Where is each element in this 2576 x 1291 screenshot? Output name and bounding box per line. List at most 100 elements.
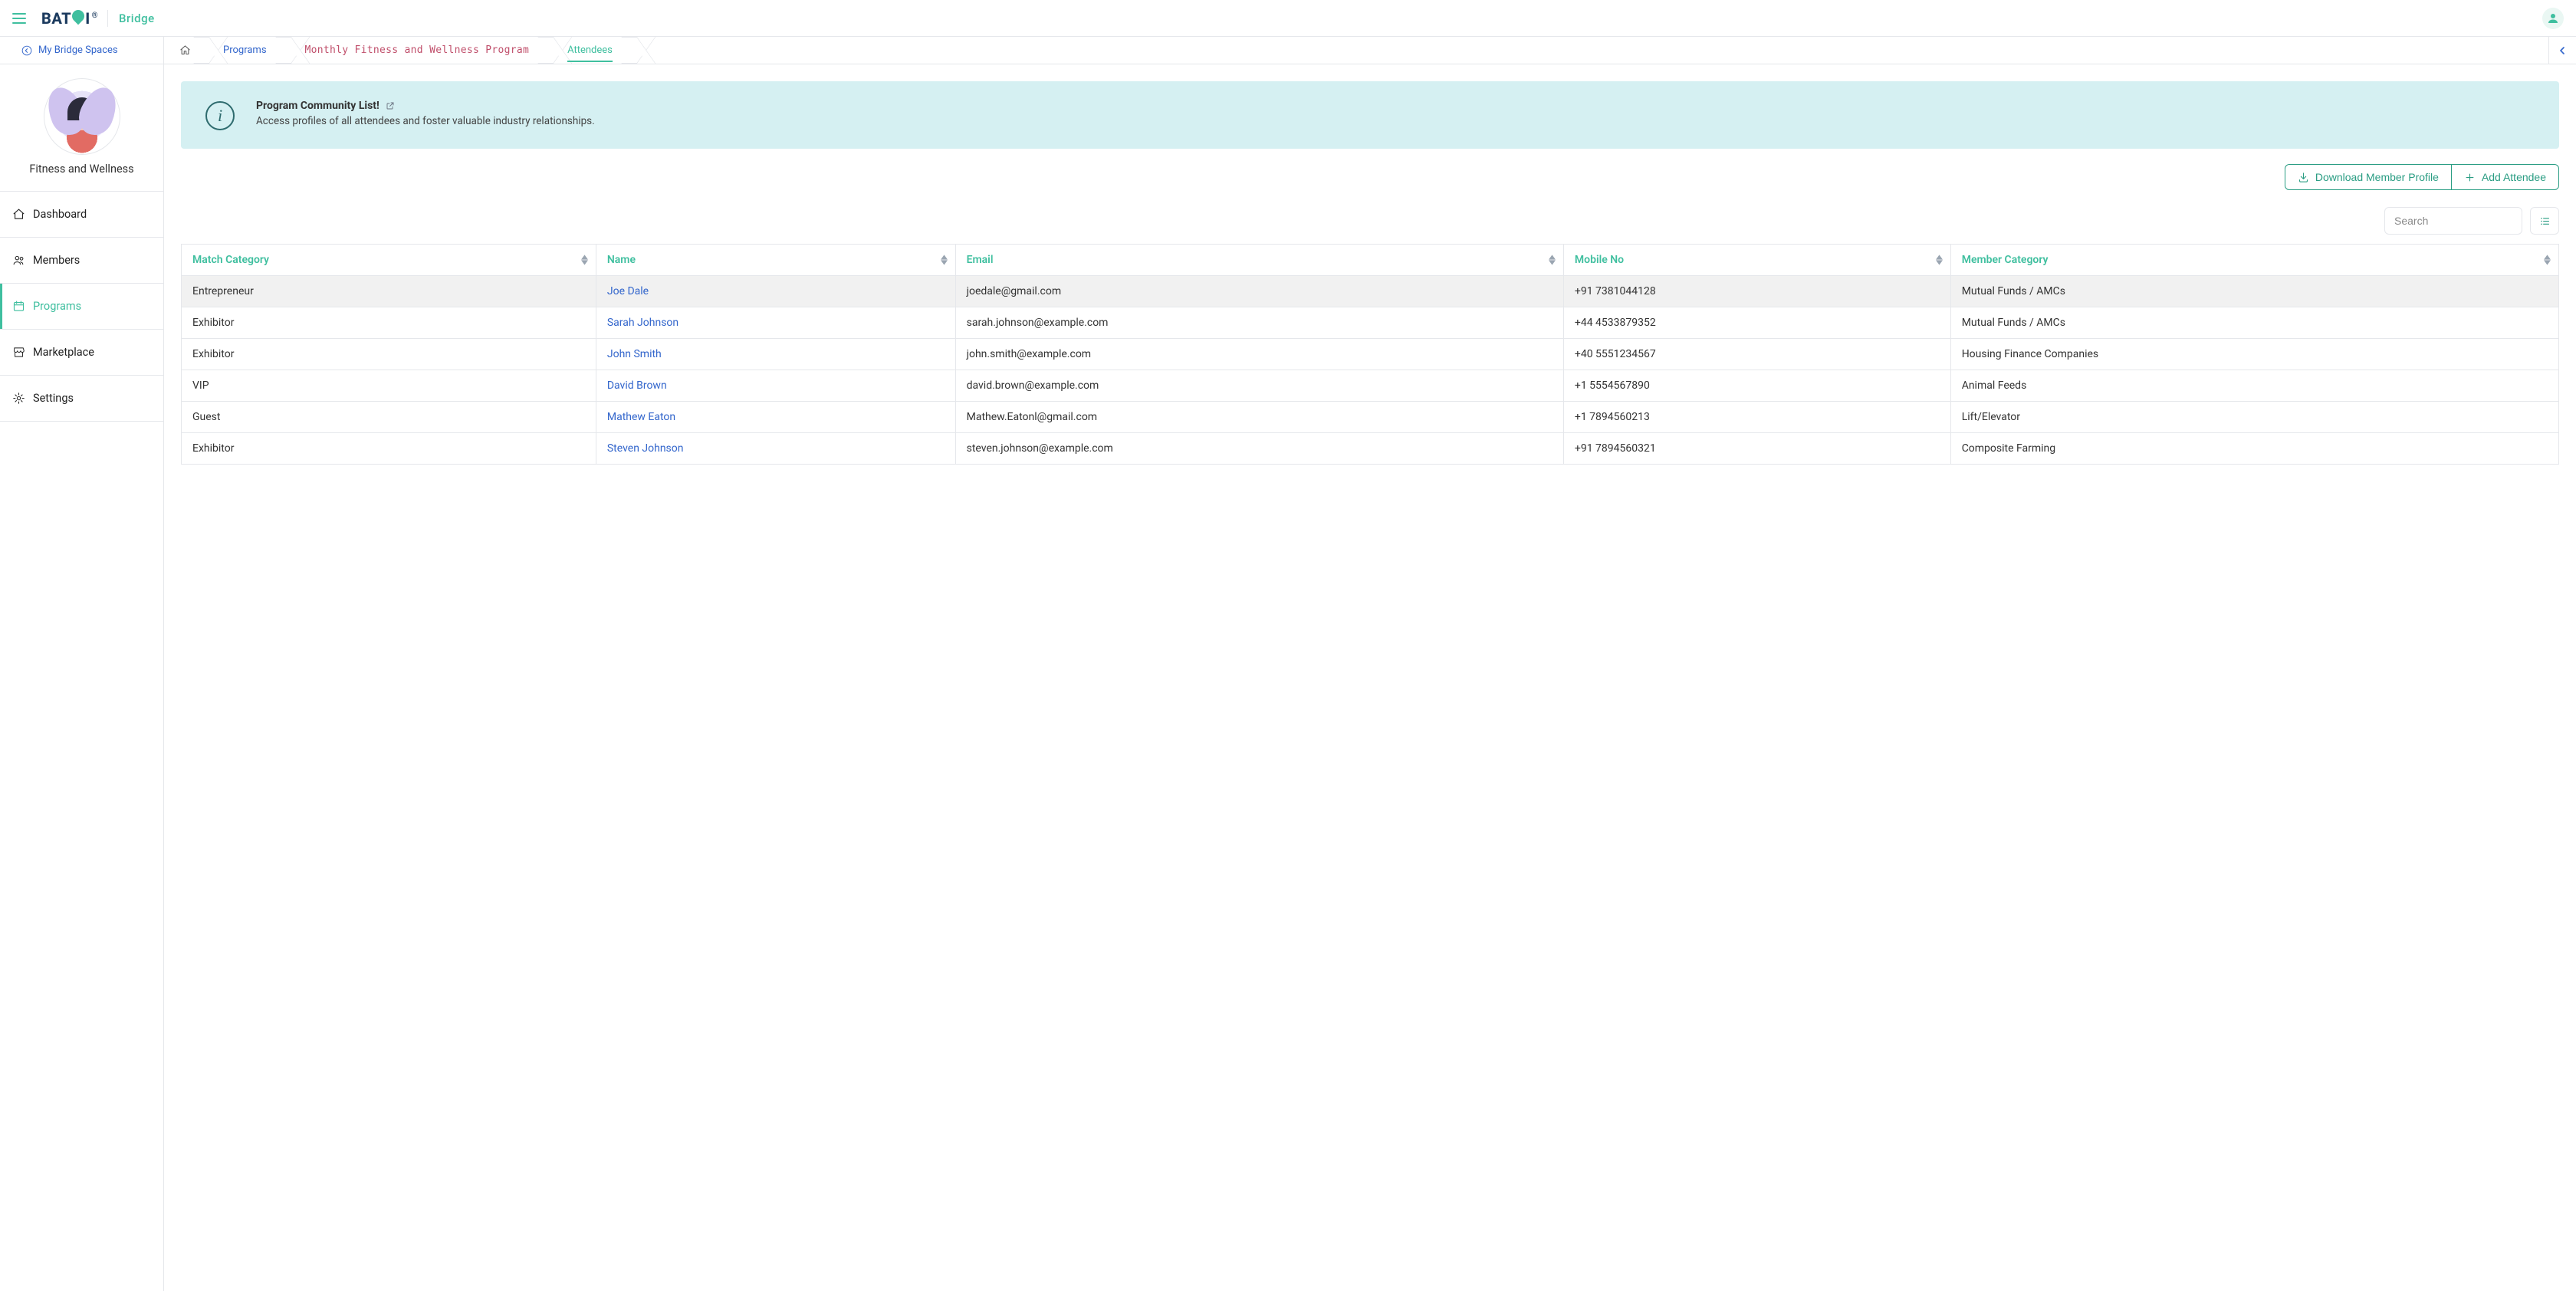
- column-header-match-category[interactable]: Match Category: [182, 245, 596, 276]
- top-bar: BATI® Bridge: [0, 0, 2576, 37]
- cell-name: Joe Dale: [596, 276, 955, 307]
- search-row: [181, 207, 2559, 235]
- menu-toggle-icon[interactable]: [12, 13, 26, 24]
- search-input[interactable]: [2384, 207, 2522, 235]
- attendee-name-link[interactable]: Sarah Johnson: [607, 317, 678, 329]
- info-icon: i: [205, 101, 235, 130]
- column-header-name[interactable]: Name: [596, 245, 955, 276]
- gear-icon: [12, 392, 25, 405]
- space-title: Fitness and Wellness: [8, 163, 156, 176]
- store-icon: [12, 346, 25, 359]
- cell-email: david.brown@example.com: [955, 370, 1563, 402]
- cell-email: sarah.johnson@example.com: [955, 307, 1563, 339]
- column-header-mobile[interactable]: Mobile No: [1563, 245, 1950, 276]
- cell-match-category: VIP: [182, 370, 596, 402]
- column-header-label: Mobile No: [1575, 254, 1624, 266]
- product-name[interactable]: Bridge: [119, 11, 155, 25]
- attendee-name-link[interactable]: Joe Dale: [607, 285, 649, 297]
- chevron-left-icon: [2559, 47, 2567, 54]
- table-row[interactable]: GuestMathew EatonMathew.Eatonl@gmail.com…: [182, 402, 2559, 433]
- users-icon: [12, 254, 25, 267]
- sidebar-item-label: Dashboard: [33, 208, 87, 221]
- sidebar-item-label: Settings: [33, 392, 74, 405]
- cell-match-category: Exhibitor: [182, 339, 596, 370]
- cell-member-category: Animal Feeds: [1950, 370, 2558, 402]
- download-member-profile-button[interactable]: Download Member Profile: [2285, 164, 2452, 190]
- cell-email: joedale@gmail.com: [955, 276, 1563, 307]
- sidebar-nav: Dashboard Members Programs Marketplace S…: [0, 192, 163, 422]
- download-button-label: Download Member Profile: [2315, 171, 2439, 183]
- user-avatar[interactable]: [2542, 8, 2564, 29]
- arrow-left-circle-icon: [21, 45, 32, 56]
- sort-icon[interactable]: [1936, 255, 1943, 265]
- column-header-label: Email: [967, 254, 994, 266]
- breadcrumb-home[interactable]: [164, 37, 202, 64]
- breadcrumb-programs[interactable]: Programs: [202, 37, 284, 64]
- cell-mobile: +91 7894560321: [1563, 433, 1950, 465]
- breadcrumb: Programs Monthly Fitness and Wellness Pr…: [164, 37, 2548, 64]
- attendee-name-link[interactable]: Steven Johnson: [607, 442, 684, 455]
- space-header: Fitness and Wellness: [0, 64, 163, 192]
- my-spaces-link[interactable]: My Bridge Spaces: [0, 37, 164, 64]
- cell-member-category: Mutual Funds / AMCs: [1950, 307, 2558, 339]
- add-attendee-button[interactable]: Add Attendee: [2451, 164, 2559, 190]
- add-button-label: Add Attendee: [2482, 171, 2546, 183]
- breadcrumb-attendees[interactable]: Attendees: [546, 37, 629, 64]
- calendar-icon: [12, 300, 25, 313]
- table-row[interactable]: Exhibitor Sarah Johnson sarah.johnson@exam…: [182, 307, 2559, 339]
- cell-match-category: Exhibitor: [182, 307, 596, 339]
- sidebar-item-settings[interactable]: Settings: [0, 376, 163, 422]
- app-logo[interactable]: BATI® Bridge: [41, 9, 155, 28]
- action-toolbar: Download Member Profile Add Attendee: [181, 164, 2559, 190]
- sidebar-item-dashboard[interactable]: Dashboard: [0, 192, 163, 238]
- breadcrumb-program-name[interactable]: Monthly Fitness and Wellness Program: [284, 37, 547, 64]
- plus-icon: [2464, 172, 2476, 183]
- breadcrumb-collapse-button[interactable]: [2548, 37, 2576, 64]
- attendee-name-link[interactable]: David Brown: [607, 379, 667, 392]
- table-row[interactable]: EntrepreneurJoe Dalejoedale@gmail.com+91…: [182, 276, 2559, 307]
- cell-member-category: Lift/Elevator: [1950, 402, 2558, 433]
- info-banner: i Program Community List! Access profile…: [181, 81, 2559, 149]
- info-banner-title-row: Program Community List!: [256, 100, 595, 112]
- sidebar-item-marketplace[interactable]: Marketplace: [0, 330, 163, 376]
- info-banner-body: Access profiles of all attendees and fos…: [256, 115, 595, 127]
- column-header-label: Match Category: [192, 254, 269, 266]
- cell-name: Mathew Eaton: [596, 402, 955, 433]
- breadcrumb-attendees-label: Attendees: [567, 44, 613, 62]
- sort-icon[interactable]: [581, 255, 588, 265]
- main-content: i Program Community List! Access profile…: [164, 64, 2576, 1291]
- table-row[interactable]: Exhibitor John Smith john.smith@example.co…: [182, 339, 2559, 370]
- logo-text-left: BAT: [41, 9, 71, 28]
- sidebar-item-members[interactable]: Members: [0, 238, 163, 284]
- sidebar-item-programs[interactable]: Programs: [0, 284, 163, 330]
- sidebar-item-label: Members: [33, 254, 80, 267]
- sort-icon[interactable]: [941, 255, 948, 265]
- breadcrumb-program-label: Monthly Fitness and Wellness Program: [305, 44, 530, 56]
- external-link-icon[interactable]: [386, 101, 395, 110]
- attendees-table: Match Category Name: [181, 244, 2559, 465]
- sort-icon[interactable]: [2544, 255, 2551, 265]
- sidebar-item-label: Programs: [33, 300, 81, 313]
- sort-icon[interactable]: [1549, 255, 1556, 265]
- column-header-label: Name: [607, 254, 636, 266]
- sidebar: Fitness and Wellness Dashboard Members P…: [0, 64, 164, 1291]
- home-outline-icon: [12, 208, 25, 221]
- cell-match-category: Entrepreneur: [182, 276, 596, 307]
- column-header-email[interactable]: Email: [955, 245, 1563, 276]
- attendee-name-link[interactable]: Mathew Eaton: [607, 411, 675, 423]
- logo-text-right: I: [85, 9, 90, 28]
- column-header-member-category[interactable]: Member Category: [1950, 245, 2558, 276]
- cell-email: john.smith@example.com: [955, 339, 1563, 370]
- column-settings-button[interactable]: [2530, 207, 2559, 235]
- table-row[interactable]: VIPDavid Browndavid.brown@example.com+1 …: [182, 370, 2559, 402]
- cell-mobile: +40 5551234567: [1563, 339, 1950, 370]
- cell-email: steven.johnson@example.com: [955, 433, 1563, 465]
- list-icon: [2539, 215, 2551, 227]
- cell-email: Mathew.Eatonl@gmail.com: [955, 402, 1563, 433]
- attendee-name-link[interactable]: John Smith: [607, 348, 662, 360]
- cell-name: David Brown: [596, 370, 955, 402]
- cell-name: Steven Johnson: [596, 433, 955, 465]
- breadcrumb-programs-label: Programs: [223, 44, 267, 56]
- home-icon: [179, 44, 191, 56]
- table-row[interactable]: ExhibitorSteven Johnsonsteven.johnson@ex…: [182, 433, 2559, 465]
